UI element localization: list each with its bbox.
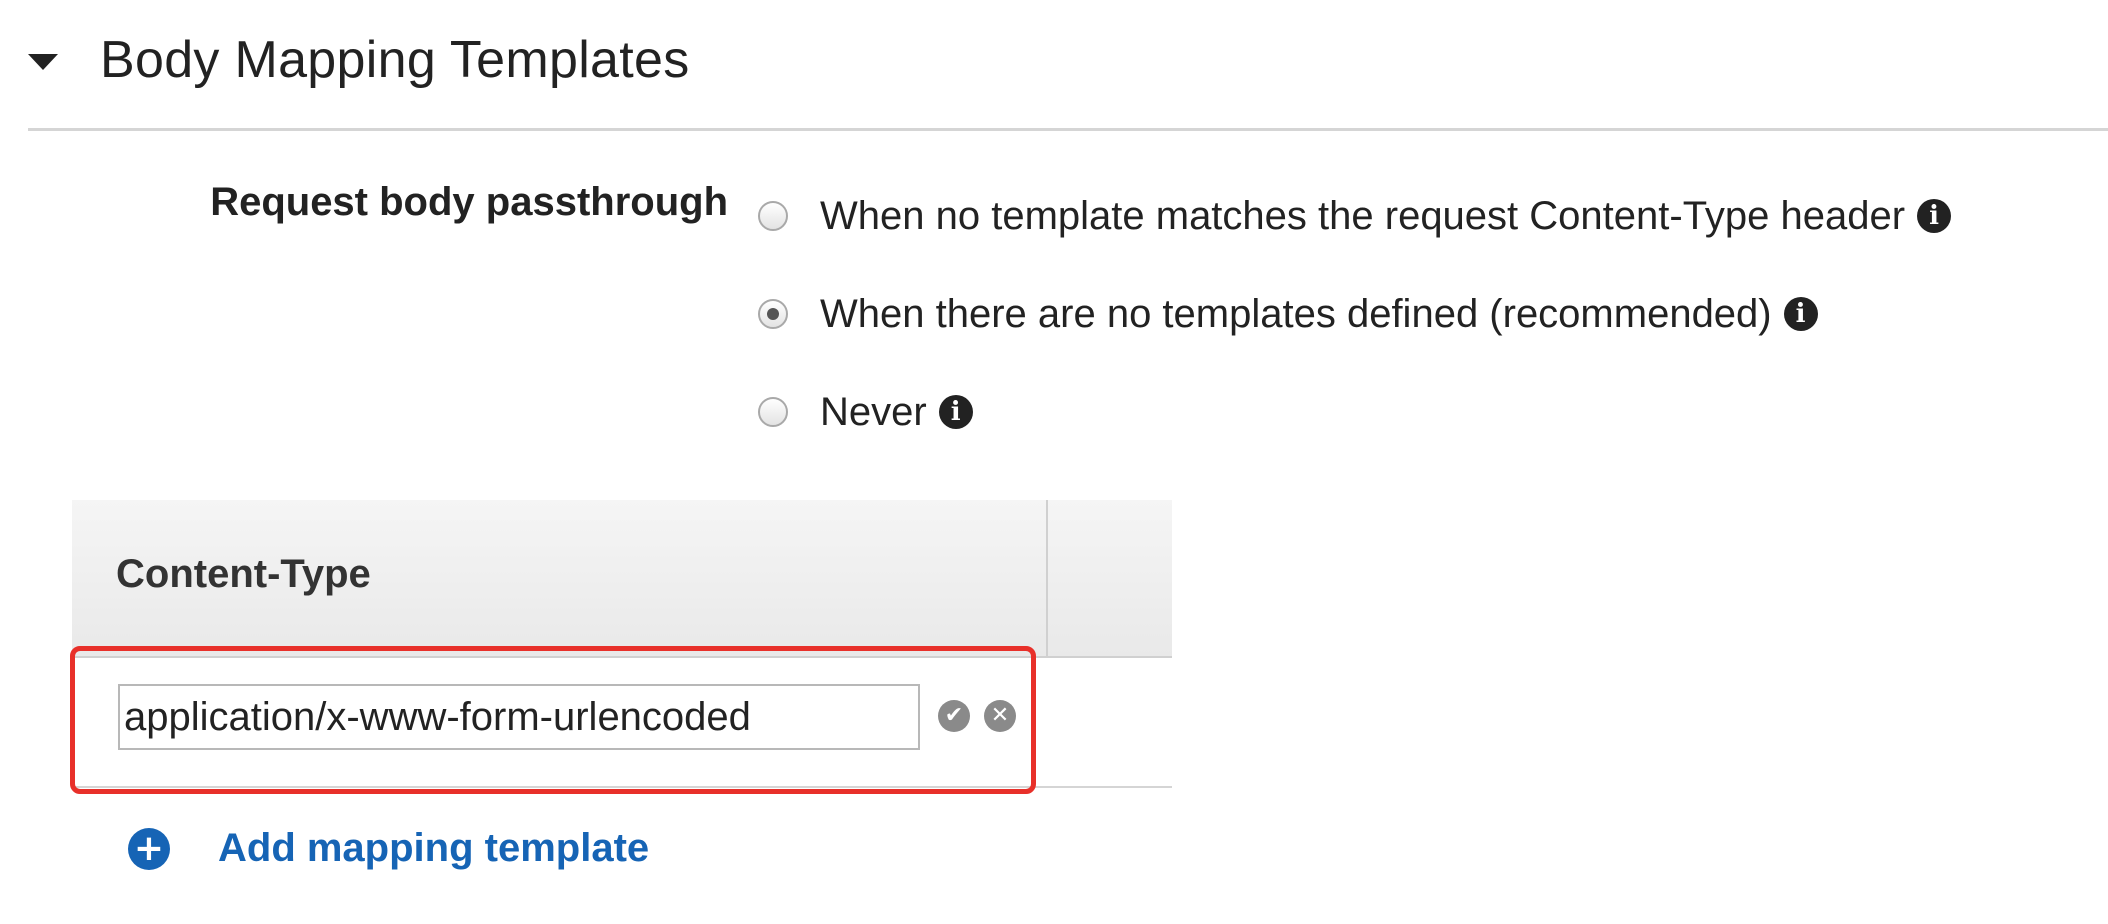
info-icon[interactable]: i [1783, 297, 1818, 331]
caret-down-icon[interactable] [28, 54, 58, 70]
api-gateway-integration-request: Body Mapping Templates Request body pass… [0, 0, 2108, 924]
section-header[interactable]: Body Mapping Templates [28, 20, 690, 100]
radio-button[interactable] [758, 201, 788, 231]
table-row: ✔ ✕ [70, 646, 1172, 794]
radio-button[interactable] [758, 397, 788, 427]
checkmark-icon[interactable]: ✔ [938, 700, 970, 732]
info-icon[interactable]: i [938, 395, 973, 429]
column-header-content-type: Content-Type [116, 552, 371, 596]
info-icon[interactable]: i [1917, 199, 1952, 233]
close-icon[interactable]: ✕ [984, 700, 1016, 732]
radio-option-no-match[interactable]: When no template matches the request Con… [758, 186, 1952, 246]
plus-circle-icon[interactable]: + [128, 827, 170, 870]
add-mapping-template-label[interactable]: Add mapping template [218, 826, 649, 871]
column-divider [1046, 500, 1048, 656]
add-mapping-template-link[interactable]: + Add mapping template [128, 826, 649, 871]
section-divider [28, 128, 2108, 131]
content-type-input[interactable] [118, 684, 920, 750]
radio-label: When there are no templates defined (rec… [820, 291, 1772, 336]
mapping-templates-table: Content-Type ✔ ✕ [70, 500, 1172, 794]
radio-option-never[interactable]: Never i [758, 382, 973, 442]
radio-label: When no template matches the request Con… [820, 193, 1906, 238]
table-header: Content-Type [72, 500, 1172, 658]
radio-button[interactable] [758, 299, 788, 329]
passthrough-label: Request body passthrough [210, 180, 728, 224]
radio-label: Never [820, 389, 927, 434]
radio-option-no-templates[interactable]: When there are no templates defined (rec… [758, 284, 1818, 344]
section-title: Body Mapping Templates [100, 31, 690, 89]
